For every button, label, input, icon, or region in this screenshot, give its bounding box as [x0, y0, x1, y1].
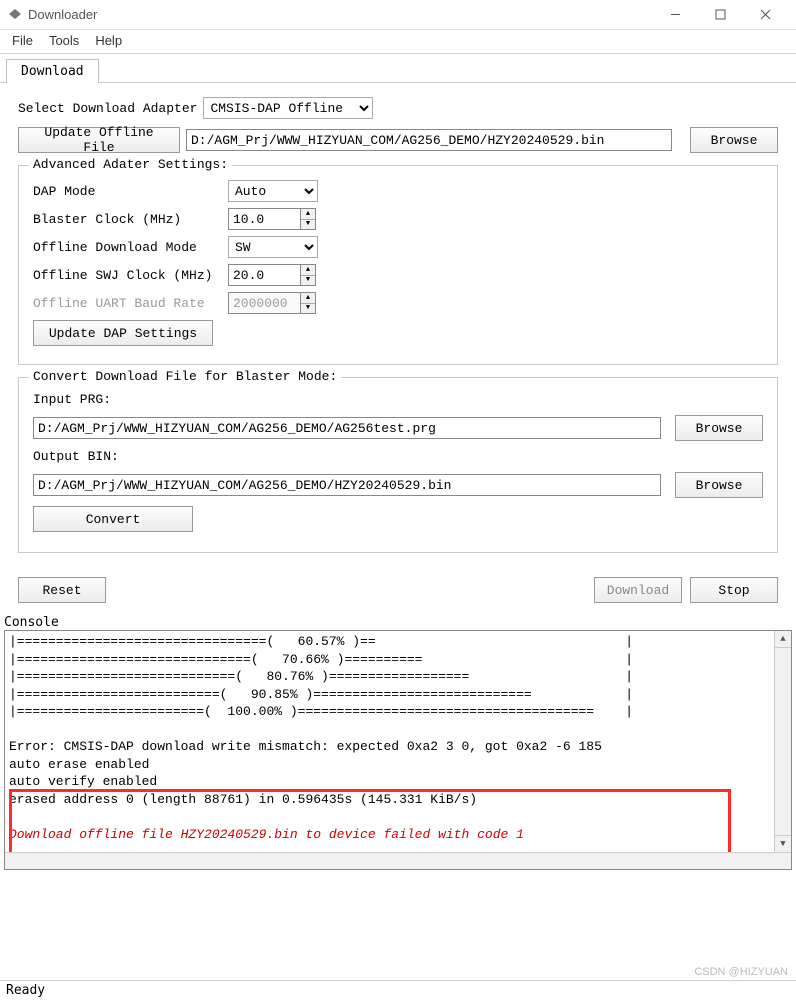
menu-tools[interactable]: Tools: [41, 30, 87, 53]
blaster-clock-label: Blaster Clock (MHz): [33, 212, 228, 227]
advanced-settings-group: Advanced Adater Settings: DAP Mode Auto …: [18, 165, 778, 365]
uart-baud-input: [228, 292, 300, 314]
window-title: Downloader: [28, 7, 653, 22]
spinner-down-icon[interactable]: ▼: [301, 275, 315, 286]
convert-legend: Convert Download File for Blaster Mode:: [29, 369, 341, 384]
uart-baud-label: Offline UART Baud Rate: [33, 296, 228, 311]
reset-button[interactable]: Reset: [18, 577, 106, 603]
titlebar: Downloader: [0, 0, 796, 30]
menu-help[interactable]: Help: [87, 30, 130, 53]
scroll-down-icon[interactable]: ▼: [775, 835, 791, 852]
app-icon: [8, 8, 22, 22]
watermark: CSDN @HIZYUAN: [694, 966, 788, 978]
advanced-legend: Advanced Adater Settings:: [29, 157, 232, 172]
browse-input-button[interactable]: Browse: [675, 415, 763, 441]
close-button[interactable]: [743, 1, 788, 29]
input-prg-label: Input PRG:: [33, 392, 111, 407]
console-line: auto erase enabled: [9, 757, 149, 772]
console-fail-line: Download offline file HZY20240529.bin to…: [9, 827, 524, 842]
action-row: Reset Download Stop: [0, 571, 796, 613]
swj-clock-input[interactable]: [228, 264, 300, 286]
status-text: Ready: [6, 983, 45, 998]
console-scrollbar-horizontal[interactable]: [5, 852, 791, 869]
input-prg-path[interactable]: [33, 417, 661, 439]
tabbar: Download: [0, 58, 796, 83]
spinner-up-icon[interactable]: ▲: [301, 265, 315, 275]
console-line: |==========================( 90.85% )===…: [9, 687, 633, 702]
console-line: |============================( 80.76% )=…: [9, 669, 633, 684]
blaster-clock-input[interactable]: [228, 208, 300, 230]
maximize-button[interactable]: [698, 1, 743, 29]
main-panel: Select Download Adapter CMSIS-DAP Offlin…: [0, 83, 796, 571]
spinner-down-icon[interactable]: ▼: [301, 219, 315, 230]
spinner-up-icon[interactable]: ▲: [301, 209, 315, 219]
output-bin-path[interactable]: [33, 474, 661, 496]
spinner-up-icon: ▲: [301, 293, 315, 303]
statusbar: Ready: [0, 980, 796, 1000]
menu-file[interactable]: File: [4, 30, 41, 53]
console-line: erased address 0 (length 88761) in 0.596…: [9, 792, 477, 807]
convert-group: Convert Download File for Blaster Mode: …: [18, 377, 778, 553]
adapter-label: Select Download Adapter: [18, 101, 197, 116]
console-output: |================================( 60.57…: [5, 631, 791, 846]
swj-clock-label: Offline SWJ Clock (MHz): [33, 268, 228, 283]
dap-mode-label: DAP Mode: [33, 184, 228, 199]
offline-file-path[interactable]: [186, 129, 672, 151]
browse-offline-button[interactable]: Browse: [690, 127, 778, 153]
update-dap-button[interactable]: Update DAP Settings: [33, 320, 213, 346]
offline-mode-label: Offline Download Mode: [33, 240, 228, 255]
scroll-up-icon[interactable]: ▲: [775, 631, 791, 648]
console-line: |================================( 60.57…: [9, 634, 633, 649]
stop-button[interactable]: Stop: [690, 577, 778, 603]
console-label: Console: [0, 613, 796, 630]
console-line: auto verify enabled: [9, 774, 157, 789]
menubar: File Tools Help: [0, 30, 796, 54]
console-line: |========================( 100.00% )====…: [9, 704, 633, 719]
minimize-button[interactable]: [653, 1, 698, 29]
download-button[interactable]: Download: [594, 577, 682, 603]
output-bin-label: Output BIN:: [33, 449, 119, 464]
tab-download[interactable]: Download: [6, 59, 99, 83]
console-error-line: Error: CMSIS-DAP download write mismatch…: [9, 739, 602, 754]
dap-mode-select[interactable]: Auto: [228, 180, 318, 202]
browse-output-button[interactable]: Browse: [675, 472, 763, 498]
spinner-down-icon: ▼: [301, 303, 315, 314]
update-offline-file-button[interactable]: Update Offline File: [18, 127, 180, 153]
convert-button[interactable]: Convert: [33, 506, 193, 532]
console-scrollbar-vertical[interactable]: ▲ ▼: [774, 631, 791, 852]
console: |================================( 60.57…: [4, 630, 792, 870]
offline-mode-select[interactable]: SW: [228, 236, 318, 258]
adapter-select[interactable]: CMSIS-DAP Offline: [203, 97, 373, 119]
console-line: |==============================( 70.66% …: [9, 652, 633, 667]
